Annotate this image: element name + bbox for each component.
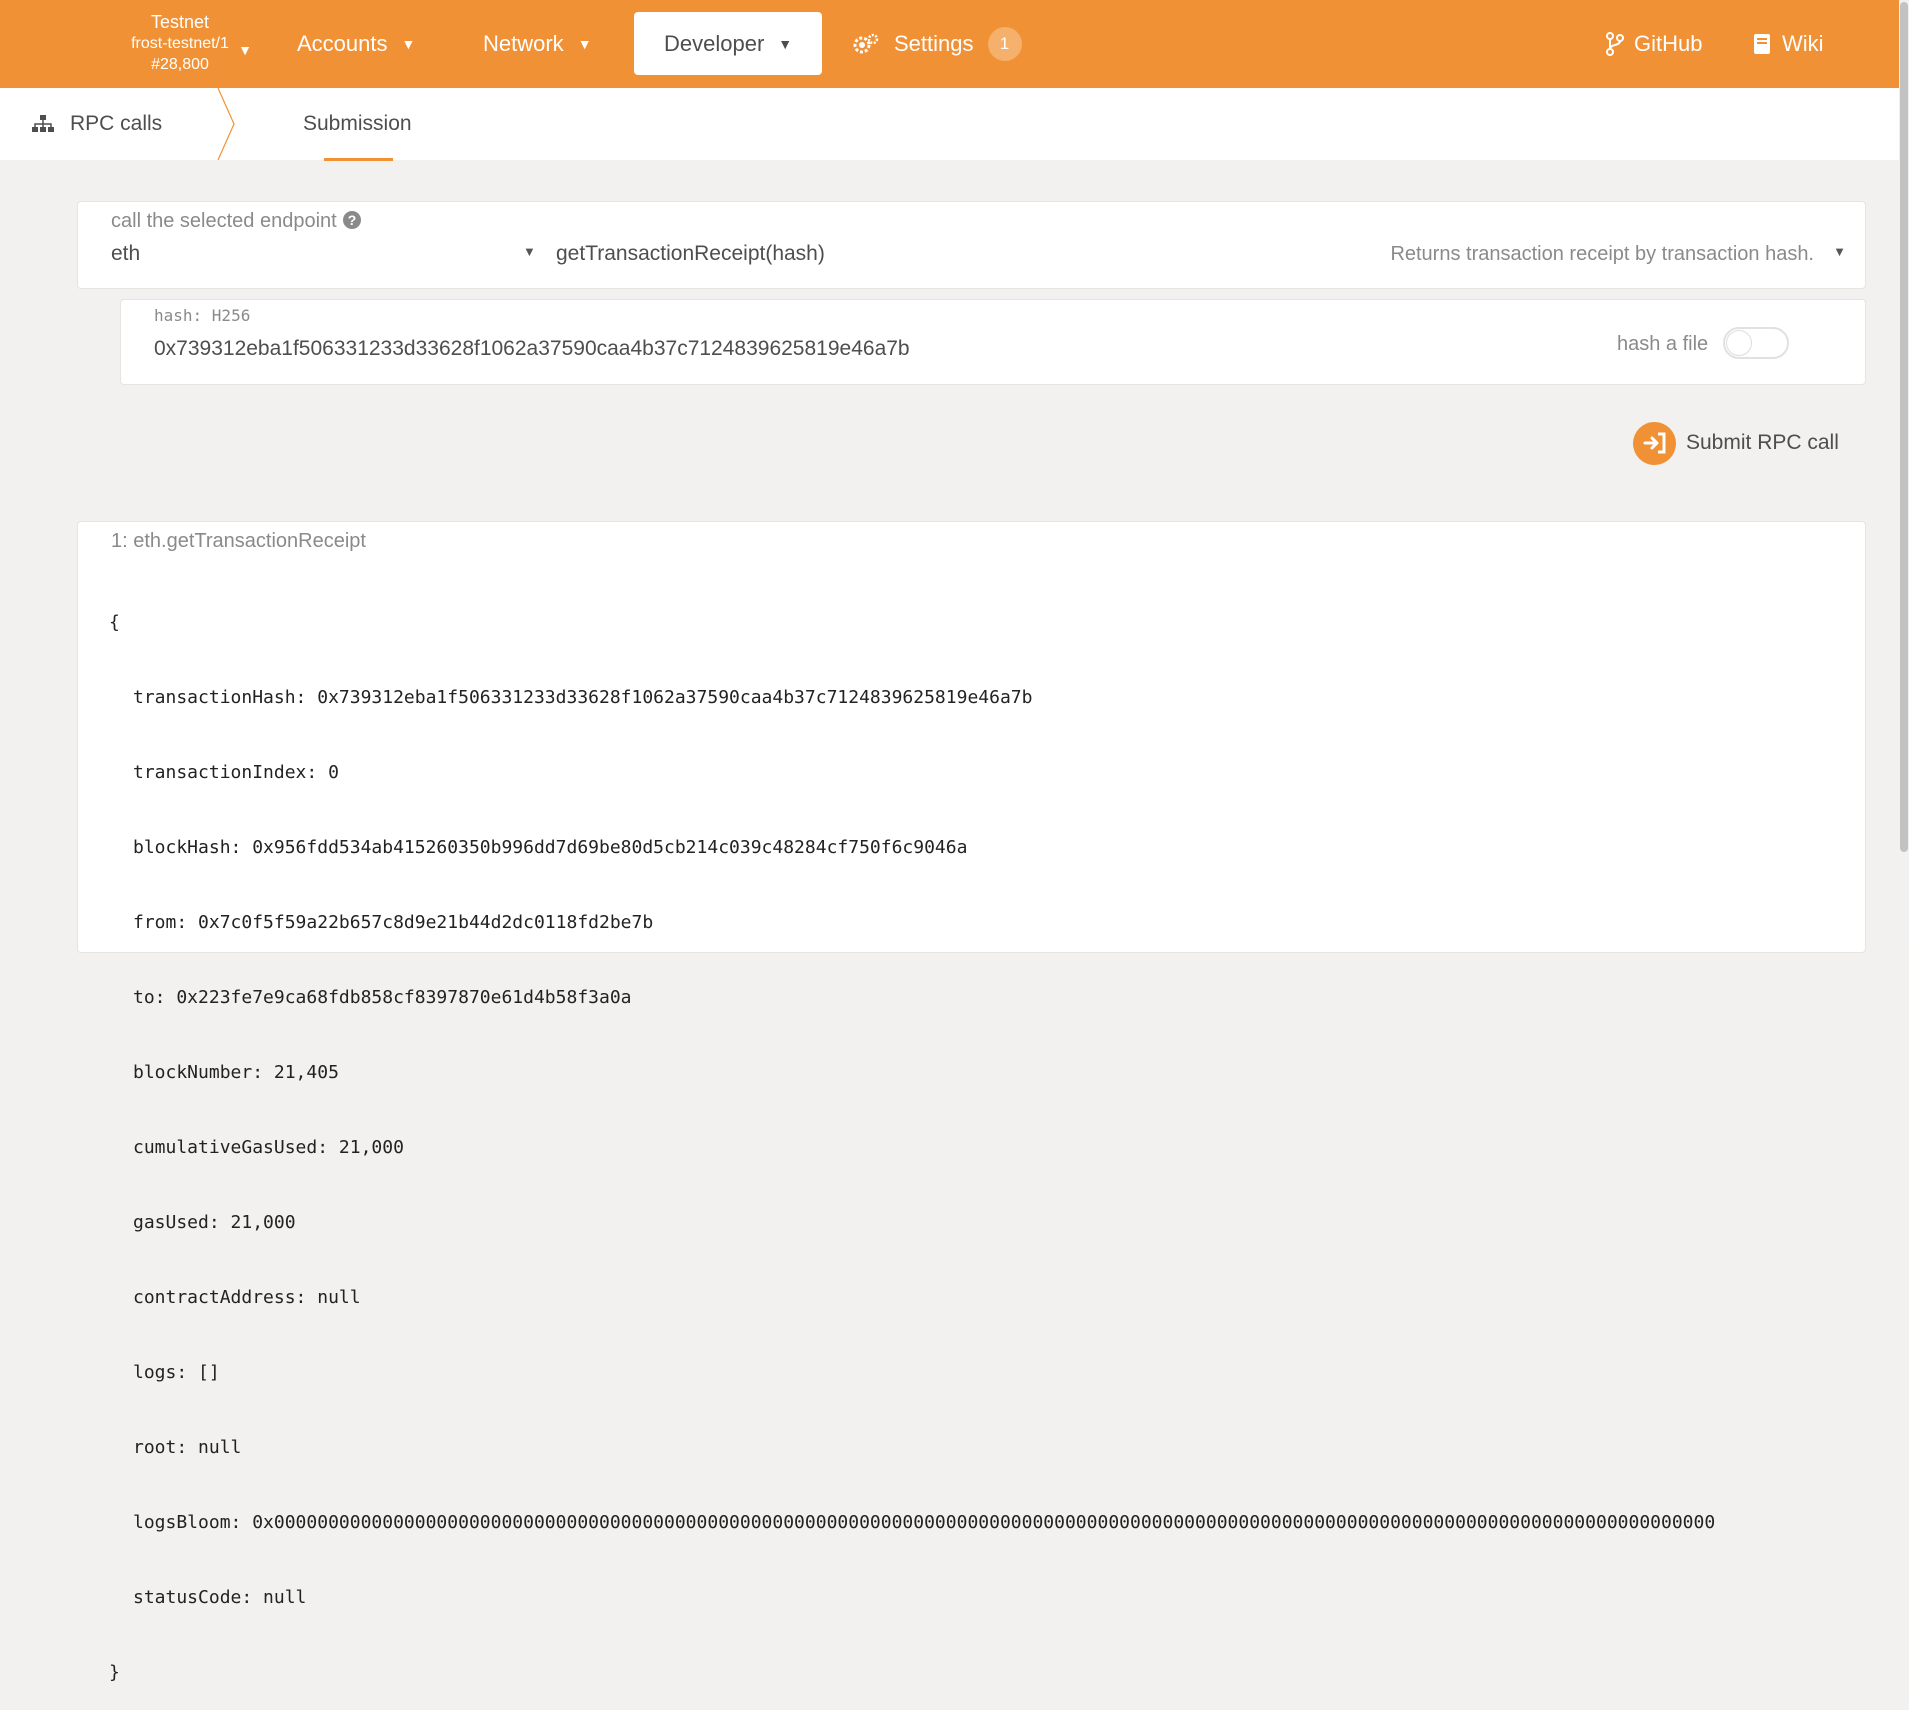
nav-settings-label: Settings	[894, 30, 974, 56]
section-value: eth	[111, 242, 141, 265]
endpoint-label-text: call the selected endpoint	[111, 210, 337, 232]
chevron-down-icon: ▼	[523, 244, 536, 259]
gears-icon	[853, 33, 879, 53]
nav-network-label: Network	[483, 30, 564, 56]
nav-network[interactable]: Network ▼	[483, 12, 592, 75]
method-value: getTransactionReceipt(hash)	[556, 242, 825, 265]
json-line: transactionHash: 0x739312eba1f506331233d…	[133, 687, 1033, 708]
chevron-down-icon: ▼	[778, 35, 793, 52]
json-line: contractAddress: null	[133, 1287, 361, 1308]
json-line: transactionIndex: 0	[133, 762, 339, 783]
tab-submission[interactable]: Submission	[303, 88, 412, 160]
breadcrumb-rpc-calls[interactable]: RPC calls	[32, 88, 162, 160]
hash-param-label: hash: H256	[154, 306, 251, 325]
result-title: 1: eth.getTransactionReceipt	[111, 530, 366, 552]
scrollbar-thumb[interactable]	[1900, 2, 1908, 852]
toggle-knob	[1726, 330, 1752, 356]
chain-block-number: #28,800	[151, 56, 209, 73]
submit-rpc-label: Submit RPC call	[1686, 431, 1839, 454]
json-line: blockHash: 0x956fdd534ab415260350b996dd7…	[133, 837, 968, 858]
chevron-down-icon: ▼	[1833, 244, 1846, 259]
json-line: logs: []	[133, 1362, 220, 1383]
method-description: Returns transaction receipt by transacti…	[1390, 243, 1814, 265]
nav-developer-label: Developer	[664, 30, 765, 56]
book-icon	[1754, 33, 1770, 54]
help-icon[interactable]: ?	[342, 210, 362, 230]
endpoint-label: call the selected endpoint ?	[111, 210, 362, 233]
chevron-down-icon: ▼	[577, 35, 592, 52]
json-line: blockNumber: 21,405	[133, 1062, 339, 1083]
sub-navbar: RPC calls Submission	[0, 88, 1899, 160]
sign-in-icon	[1633, 421, 1676, 465]
result-json: { transactionHash: 0x739312eba1f50633123…	[109, 560, 1819, 1710]
breadcrumb-label: RPC calls	[70, 112, 163, 135]
chain-selector[interactable]: Testnet frost-testnet/1 #28,800 ▼	[110, 12, 252, 75]
section-dropdown[interactable]: eth ▼	[111, 242, 536, 272]
chevron-down-icon: ▼	[238, 42, 252, 58]
github-label: GitHub	[1634, 30, 1703, 56]
endpoint-selector-panel: call the selected endpoint ? eth ▼ getTr…	[77, 201, 1866, 289]
chain-name: Testnet	[150, 12, 210, 32]
submit-rpc-button[interactable]: Submit RPC call	[1633, 421, 1839, 465]
json-line: gasUsed: 21,000	[133, 1212, 296, 1233]
breadcrumb-separator	[217, 88, 235, 160]
svg-text:?: ?	[348, 212, 357, 228]
hash-file-toggle[interactable]	[1723, 327, 1789, 359]
chevron-down-icon: ▼	[401, 35, 416, 52]
hash-input[interactable]: 0x739312eba1f506331233d33628f1062a37590c…	[154, 337, 910, 361]
json-line: cumulativeGasUsed: 21,000	[133, 1137, 404, 1158]
json-line: statusCode: null	[133, 1587, 307, 1608]
nav-settings[interactable]: Settings 1	[852, 12, 1022, 75]
wiki-label: Wiki	[1782, 30, 1824, 56]
nav-accounts-label: Accounts	[297, 30, 388, 56]
github-link[interactable]: GitHub	[1606, 12, 1702, 75]
wiki-link[interactable]: Wiki	[1752, 12, 1824, 75]
json-open-brace: {	[109, 612, 120, 633]
nav-developer[interactable]: Developer ▼	[634, 12, 822, 75]
json-line: root: null	[133, 1437, 242, 1458]
page-scrollbar[interactable]	[1899, 0, 1909, 944]
json-line: logsBloom: 0x000000000000000000000000000…	[133, 1512, 1716, 1533]
sitemap-icon	[32, 115, 54, 132]
nav-accounts[interactable]: Accounts ▼	[297, 12, 415, 75]
chain-node: frost-testnet/1	[131, 35, 229, 52]
json-line: to: 0x223fe7e9ca68fdb858cf8397870e61d4b5…	[133, 987, 632, 1008]
settings-badge: 1	[987, 26, 1022, 61]
tab-submission-label: Submission	[303, 112, 412, 135]
hash-file-label: hash a file	[1617, 333, 1709, 355]
json-close-brace: }	[109, 1662, 120, 1683]
hash-param-panel: hash: H256 0x739312eba1f506331233d33628f…	[120, 299, 1866, 385]
active-tab-indicator	[324, 158, 393, 161]
top-navbar: Testnet frost-testnet/1 #28,800 ▼ Accoun…	[0, 0, 1899, 88]
method-dropdown[interactable]: getTransactionReceipt(hash) Returns tran…	[556, 242, 1846, 272]
code-branch-icon	[1606, 31, 1624, 56]
json-line: from: 0x7c0f5f59a22b657c8d9e21b44d2dc011…	[133, 912, 654, 933]
